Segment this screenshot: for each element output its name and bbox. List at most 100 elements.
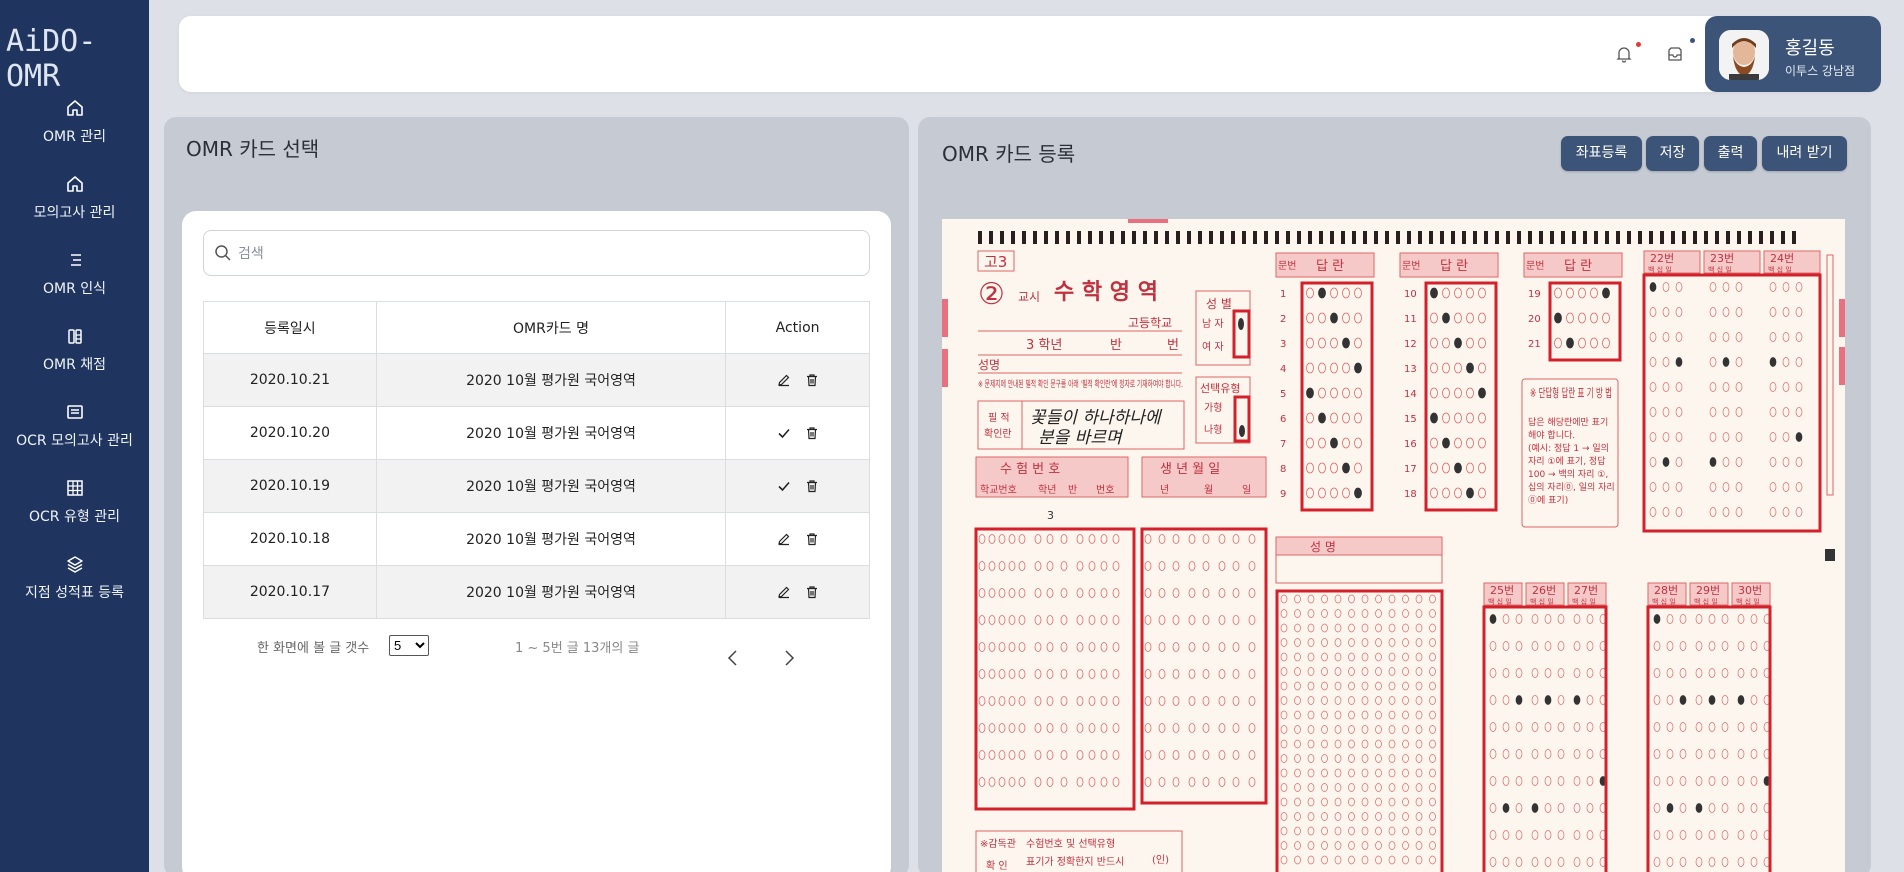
cell-action — [725, 565, 870, 619]
check-icon[interactable] — [777, 479, 791, 493]
name-label: 성명 — [978, 358, 1000, 372]
place-label: 백 십 일 — [1572, 597, 1596, 606]
table-row[interactable]: 2020.10.17 2020 10월 평가원 국어영역 — [203, 565, 870, 619]
sidebar-item-omr-management[interactable]: OMR 관리 — [0, 98, 149, 146]
sidebar-item-label: OCR 유형 관리 — [29, 509, 120, 525]
timing-mark — [1374, 231, 1378, 244]
omr-sheet-image[interactable]: 고3 ② 교시 수 학 영 역 고등학교 3 학년 반 번 성명 ※ 문제지에 … — [942, 219, 1845, 872]
sidebar-item-label: OMR 인식 — [42, 281, 107, 297]
question-number: 6 — [1280, 414, 1286, 425]
timing-mark — [1671, 231, 1675, 244]
trash-icon[interactable] — [805, 532, 819, 546]
sidebar-item-branch-report[interactable]: 지점 성적표 등록 — [0, 554, 149, 602]
question-number: 12 — [1404, 339, 1417, 350]
sidebar-item-mock-exam-management[interactable]: 모의고사 관리 — [0, 174, 149, 222]
trash-icon[interactable] — [805, 426, 819, 440]
timing-mark — [1616, 231, 1620, 244]
timing-mark — [1561, 231, 1565, 244]
table-row[interactable]: 2020.10.20 2020 10월 평가원 국어영역 — [203, 406, 870, 460]
trash-icon[interactable] — [805, 479, 819, 493]
answer-bubble — [1318, 287, 1326, 299]
cell-date: 2020.10.18 — [203, 512, 377, 566]
chevron-left-icon[interactable] — [724, 648, 742, 668]
short-answer-bubble — [1662, 457, 1670, 467]
register-coordinates-button[interactable]: 좌표등록 — [1561, 136, 1642, 171]
timing-mark — [1341, 231, 1345, 244]
type-title: 선택유형 — [1200, 382, 1240, 395]
timing-mark — [1044, 231, 1048, 244]
type-option: 가형 — [1204, 402, 1222, 414]
search-box[interactable] — [203, 230, 870, 276]
question-number: 21 — [1528, 339, 1541, 350]
sidebar-item-label: OMR 관리 — [42, 129, 107, 145]
short-answer-bubble — [1515, 695, 1523, 705]
timing-mark — [1715, 231, 1719, 244]
answer-header-label: 답 란 — [1564, 259, 1592, 274]
sidebar-item-label: 지점 성적표 등록 — [24, 585, 125, 601]
cell-date: 2020.10.19 — [203, 459, 377, 513]
timing-mark — [1176, 231, 1180, 244]
handwriting-text: 분을 바르며 — [1038, 428, 1124, 448]
birth-col: 일 — [1242, 484, 1251, 496]
timing-mark — [1704, 231, 1708, 244]
short-answer-number: 30번 — [1738, 584, 1762, 597]
inbox-icon[interactable] — [1665, 44, 1685, 64]
sidebar-item-ocr-type[interactable]: OCR 유형 관리 — [0, 478, 149, 526]
answer-bubble — [1330, 312, 1338, 324]
sidebar-item-omr-recognition[interactable]: OMR 인식 — [0, 250, 149, 298]
timing-mark — [1055, 231, 1059, 244]
answer-bubble — [1342, 337, 1350, 349]
short-answer-instruction: 자리 ①에 표기, 정답 — [1528, 455, 1605, 467]
birth-title: 생 년 월 일 — [1160, 462, 1220, 477]
sidebar-item-omr-grading[interactable]: OMR 채점 — [0, 326, 149, 374]
timing-mark — [1319, 231, 1323, 244]
short-answer-bubble — [1573, 695, 1581, 705]
exam-number-col: 번호 — [1096, 484, 1114, 496]
short-answer-bubble — [1722, 357, 1730, 367]
check-icon[interactable] — [777, 426, 791, 440]
table-row[interactable]: 2020.10.18 2020 10월 평가원 국어영역 — [203, 512, 870, 566]
sidebar-item-ocr-mock-exam[interactable]: OCR 모의고사 관리 — [0, 402, 149, 450]
timing-mark — [1473, 231, 1477, 244]
table-row[interactable]: 2020.10.21 2020 10월 평가원 국어영역 — [203, 353, 870, 407]
chevron-right-icon[interactable] — [780, 648, 798, 668]
print-button[interactable]: 출력 — [1704, 136, 1757, 171]
timing-mark — [1286, 231, 1290, 244]
timing-mark — [1396, 231, 1400, 244]
answer-bubble — [1454, 462, 1462, 474]
column-header-date[interactable]: 등록일시 — [203, 301, 377, 354]
column-header-name[interactable]: OMR카드 명 — [375, 301, 727, 354]
sidebar-item-label: OCR 모의고사 관리 — [16, 433, 133, 449]
exam-number-title: 수 험 번 호 — [1000, 462, 1060, 477]
trash-icon[interactable] — [805, 585, 819, 599]
timing-mark — [1737, 231, 1741, 244]
timing-mark — [1264, 231, 1268, 244]
edit-icon[interactable] — [777, 532, 791, 546]
place-label: 백 십 일 — [1694, 597, 1718, 606]
table-row[interactable]: 2020.10.19 2020 10월 평가원 국어영역 — [203, 459, 870, 513]
timing-mark — [1660, 231, 1664, 244]
answer-bubble — [1466, 487, 1474, 499]
bell-icon[interactable] — [1614, 44, 1634, 64]
search-input[interactable] — [238, 243, 838, 265]
answer-bubble — [1454, 337, 1462, 349]
short-answer-instruction: 해야 합니다. — [1528, 430, 1575, 441]
period-label: 교시 — [1018, 290, 1040, 304]
edit-icon[interactable] — [777, 585, 791, 599]
save-button[interactable]: 저장 — [1646, 136, 1699, 171]
timing-mark — [1121, 231, 1125, 244]
app-logo[interactable]: AiDO-OMR — [6, 14, 144, 94]
short-answer-bubble — [1531, 803, 1539, 813]
per-page-select[interactable]: 5 — [389, 635, 429, 656]
gender-option: 남 자 — [1202, 318, 1224, 330]
answer-bubble — [1430, 287, 1438, 299]
school-label: 고등학교 — [1128, 316, 1172, 330]
trash-icon[interactable] — [805, 373, 819, 387]
user-profile-card[interactable]: 홍길동 이투스 강남점 — [1705, 16, 1881, 92]
timing-mark — [1418, 231, 1422, 244]
download-button[interactable]: 내려 받기 — [1762, 136, 1847, 171]
timing-mark — [1759, 231, 1763, 244]
search-icon — [215, 245, 231, 261]
short-answer-instruction: 100 → 백의 자리 ①, — [1528, 469, 1608, 480]
edit-icon[interactable] — [777, 373, 791, 387]
